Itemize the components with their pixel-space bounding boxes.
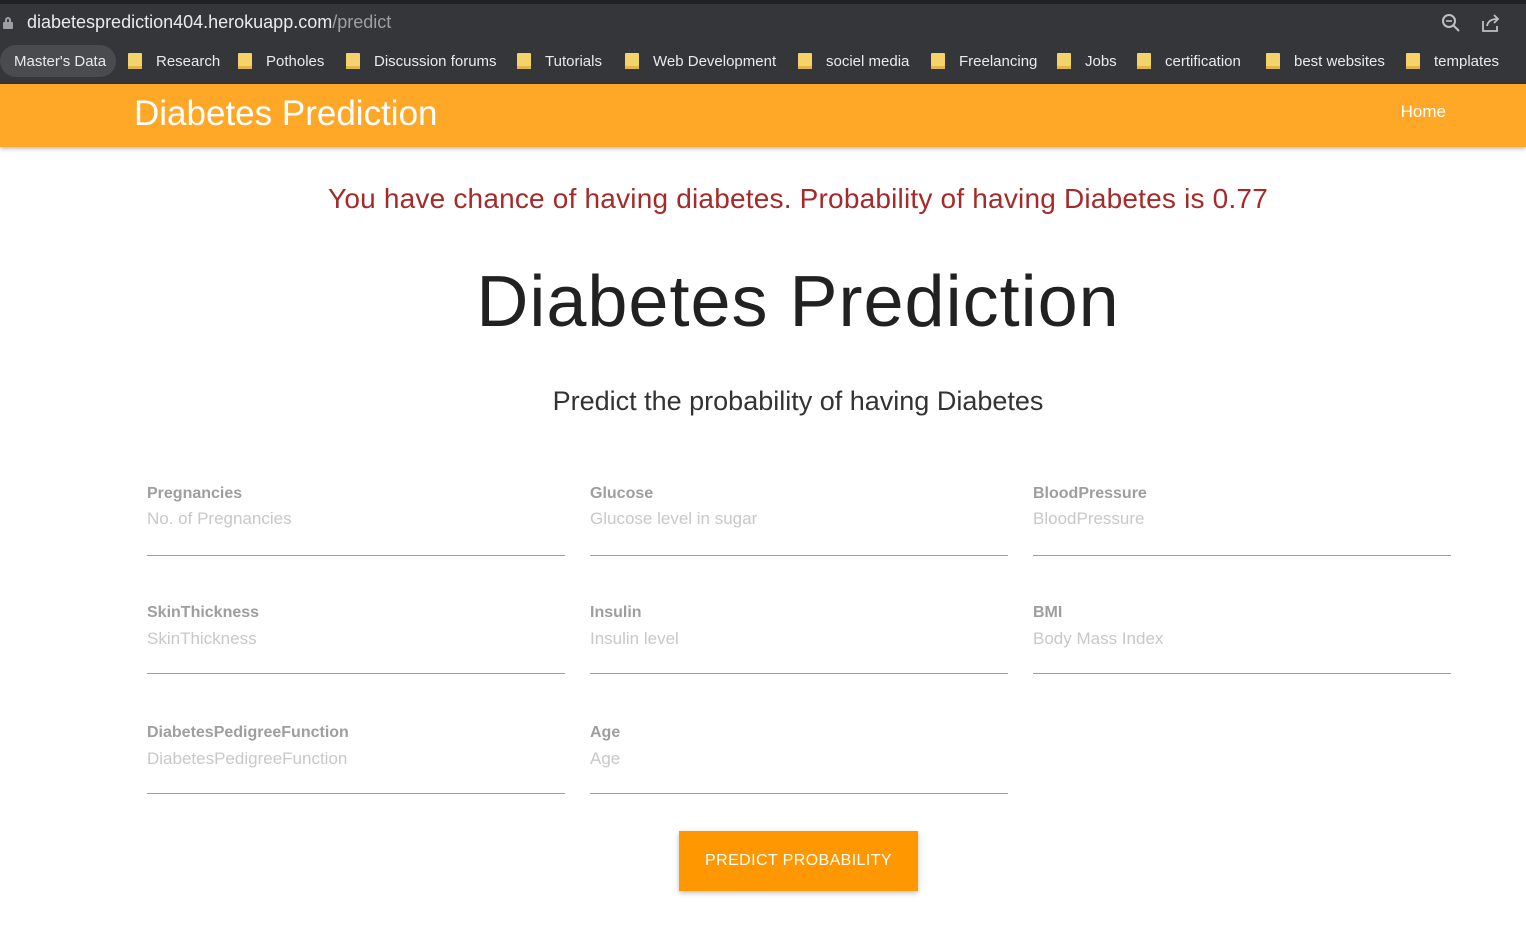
bookmark-label: Tutorials bbox=[545, 52, 602, 70]
insulin-input[interactable] bbox=[590, 628, 1008, 650]
bookmark-label: Freelancing bbox=[959, 52, 1038, 70]
bookmark-label: Jobs bbox=[1085, 52, 1117, 70]
bookmark-discussion-forums[interactable]: Discussion forums bbox=[346, 45, 497, 77]
bookmark-tutorials[interactable]: Tutorials bbox=[517, 45, 602, 77]
field-glucose: Glucose bbox=[590, 484, 1008, 556]
bookmark-label: templates bbox=[1434, 52, 1500, 70]
folder-icon bbox=[346, 53, 360, 69]
url-path: /predict bbox=[332, 12, 392, 32]
field-label: SkinThickness bbox=[147, 604, 260, 621]
url-host: diabetesprediction404.herokuapp.com bbox=[27, 12, 333, 32]
predict-probability-button[interactable]: PREDICT PROBABILITY bbox=[679, 831, 918, 891]
bookmark-web-development[interactable]: Web Development bbox=[625, 45, 776, 77]
field-pregnancies: Pregnancies bbox=[147, 484, 565, 556]
share-icon[interactable] bbox=[1480, 12, 1502, 34]
bookmark-label: Potholes bbox=[266, 52, 325, 70]
brand-logo[interactable]: Diabetes Prediction bbox=[134, 92, 438, 136]
url-text[interactable]: diabetesprediction404.herokuapp.com/pred… bbox=[27, 12, 391, 32]
bmi-input[interactable] bbox=[1033, 628, 1451, 650]
diabetespedigreefunction-input[interactable] bbox=[147, 748, 565, 770]
folder-icon bbox=[625, 53, 639, 69]
nav-home-link[interactable]: Home bbox=[1401, 101, 1446, 123]
bookmark-sociel-media[interactable]: sociel media bbox=[798, 45, 909, 77]
field-insulin: Insulin bbox=[590, 603, 1008, 674]
site-navbar: Diabetes Prediction Home bbox=[0, 84, 1526, 147]
field-diabetespedigreefunction: DiabetesPedigreeFunction bbox=[147, 723, 565, 794]
field-label: Pregnancies bbox=[147, 485, 243, 502]
field-age: Age bbox=[590, 723, 1008, 794]
bookmark-research[interactable]: Research bbox=[128, 45, 220, 77]
folder-icon bbox=[1406, 53, 1420, 69]
field-label: DiabetesPedigreeFunction bbox=[147, 724, 349, 741]
bookmark-certification[interactable]: certification bbox=[1137, 45, 1241, 77]
bookmark-label: certification bbox=[1165, 52, 1241, 70]
skinthickness-input[interactable] bbox=[147, 628, 565, 650]
age-input[interactable] bbox=[590, 748, 1008, 770]
bookmark-label: Web Development bbox=[653, 52, 777, 70]
folder-icon bbox=[1057, 53, 1071, 69]
folder-icon bbox=[238, 53, 252, 69]
bookmark-freelancing[interactable]: Freelancing bbox=[931, 45, 1037, 77]
bookmark-potholes[interactable]: Potholes bbox=[238, 45, 324, 77]
zoom-icon[interactable] bbox=[1440, 12, 1462, 34]
folder-icon bbox=[798, 53, 812, 69]
field-label: BMI bbox=[1033, 604, 1063, 621]
bookmark-templates[interactable]: templates bbox=[1406, 45, 1499, 77]
folder-icon bbox=[931, 53, 945, 69]
pregnancies-input[interactable] bbox=[147, 508, 565, 530]
field-label: Age bbox=[590, 724, 621, 741]
field-skinthickness: SkinThickness bbox=[147, 603, 565, 674]
bookmark-masters-data[interactable]: Master's Data bbox=[0, 45, 117, 77]
folder-icon bbox=[128, 53, 142, 69]
bloodpressure-input[interactable] bbox=[1033, 508, 1451, 530]
glucose-input[interactable] bbox=[590, 508, 1008, 530]
field-label: BloodPressure bbox=[1033, 485, 1147, 502]
address-bar[interactable]: diabetesprediction404.herokuapp.com/pred… bbox=[0, 4, 1526, 39]
bookmark-label: Master's Data bbox=[14, 52, 107, 70]
field-bmi: BMI bbox=[1033, 603, 1451, 674]
bookmark-label: best websites bbox=[1294, 52, 1385, 70]
bookmark-label: sociel media bbox=[826, 52, 910, 70]
field-bloodpressure: BloodPressure bbox=[1033, 484, 1451, 556]
bookmark-jobs[interactable]: Jobs bbox=[1057, 45, 1117, 77]
bookmark-label: Research bbox=[156, 52, 221, 70]
bookmark-best-websites[interactable]: best websites bbox=[1266, 45, 1385, 77]
bookmarks-bar: Master's Data Research Potholes Discussi… bbox=[0, 39, 1526, 84]
folder-icon bbox=[517, 53, 531, 69]
prediction-result: You have chance of having diabetes. Prob… bbox=[328, 183, 1268, 214]
folder-icon bbox=[1266, 53, 1280, 69]
folder-icon bbox=[1137, 53, 1151, 69]
page-title: Diabetes Prediction bbox=[476, 262, 1120, 342]
field-label: Insulin bbox=[590, 604, 642, 621]
page-subtitle: Predict the probability of having Diabet… bbox=[552, 386, 1044, 416]
field-label: Glucose bbox=[590, 485, 654, 502]
lock-icon[interactable] bbox=[3, 17, 13, 29]
bookmark-label: Discussion forums bbox=[374, 52, 497, 70]
